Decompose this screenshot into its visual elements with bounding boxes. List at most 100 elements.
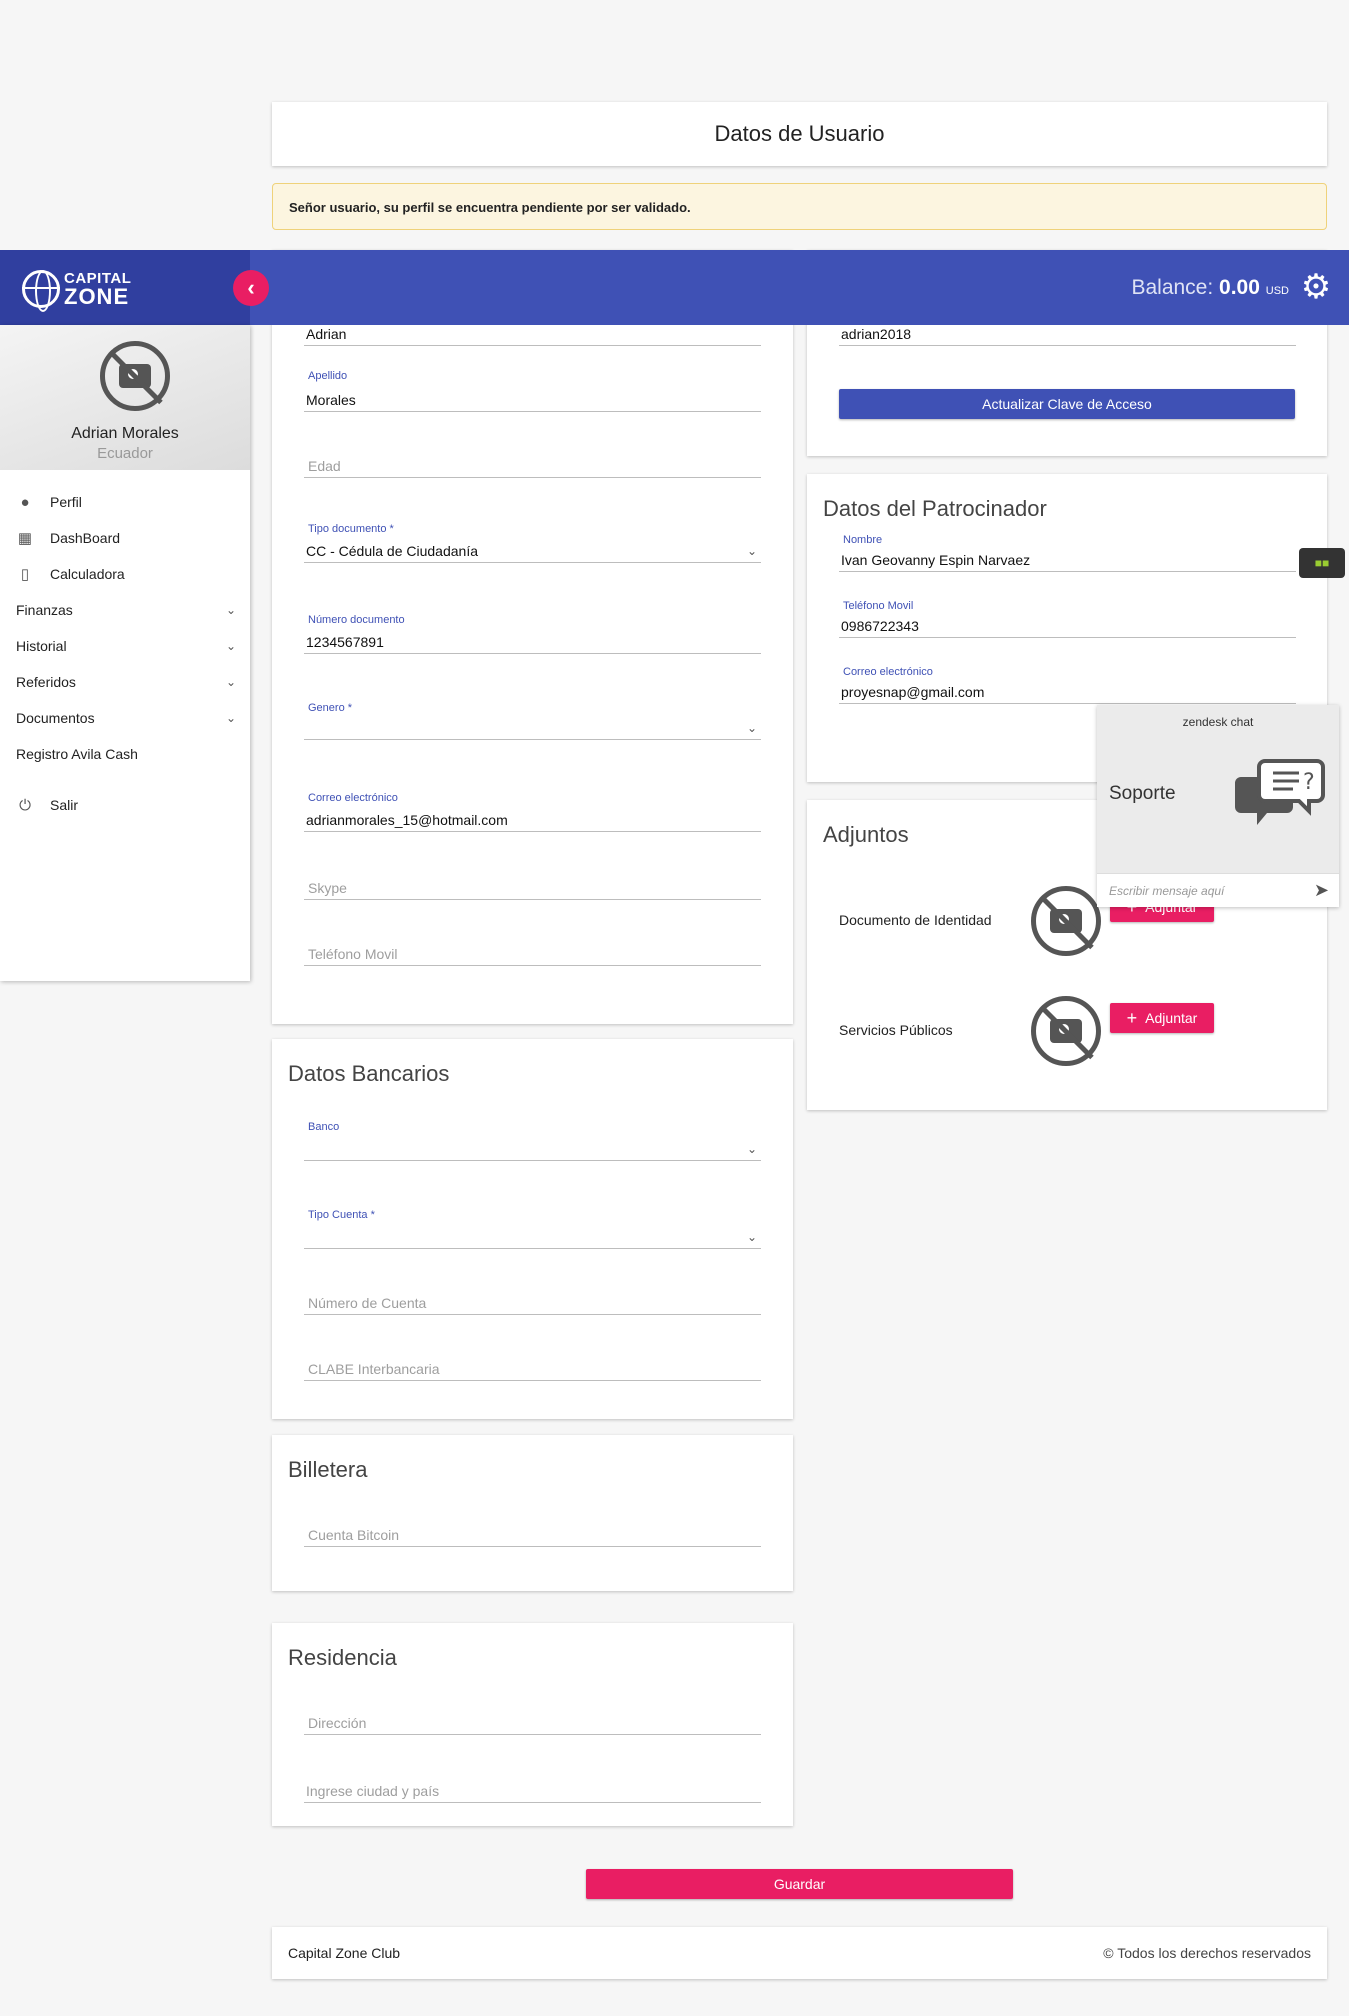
chat-input-placeholder: Escribir mensaje aquí bbox=[1109, 884, 1225, 898]
sidebar-item-historial[interactable]: Historial ⌄ bbox=[16, 632, 236, 660]
bitcoin-placeholder: Cuenta Bitcoin bbox=[308, 1527, 400, 1543]
sponsor-correo-field: Correo electrónico proyesnap@gmail.com bbox=[839, 666, 1296, 704]
phone-icon: ▯ bbox=[20, 566, 30, 583]
nombre-value: Adrian bbox=[306, 326, 347, 342]
brand-logo: CAPITAL ZONE bbox=[64, 270, 131, 308]
support-chat-widget[interactable]: zendesk chat Soporte ? Escribir mensaje … bbox=[1097, 705, 1339, 907]
sidebar: Adrian Morales Ecuador ● Perfil ▦ DashBo… bbox=[0, 325, 250, 981]
ciudad-field[interactable]: Ingrese ciudad y país bbox=[304, 1773, 761, 1803]
sidebar-item-documentos[interactable]: Documentos ⌄ bbox=[16, 704, 236, 732]
update-password-button[interactable]: Actualizar Clave de Acceso bbox=[839, 389, 1295, 419]
gear-icon[interactable]: ⚙ bbox=[1299, 270, 1333, 304]
copyright-icon: © bbox=[1103, 1945, 1114, 1961]
sidebar-item-label: DashBoard bbox=[50, 530, 121, 546]
servicios-publicos-label: Servicios Públicos bbox=[839, 1022, 953, 1038]
send-icon[interactable]: ➤ bbox=[1314, 880, 1329, 901]
chevron-down-icon: ⌄ bbox=[225, 603, 236, 617]
correo-label: Correo electrónico bbox=[308, 792, 398, 804]
edad-field[interactable]: Edad bbox=[304, 445, 761, 478]
bank-title: Datos Bancarios bbox=[288, 1061, 450, 1086]
bitcoin-field[interactable]: Cuenta Bitcoin bbox=[304, 1517, 761, 1547]
sidebar-item-label: Documentos bbox=[16, 710, 95, 726]
sponsor-telefono-field: Teléfono Movil 0986722343 bbox=[839, 600, 1296, 638]
footer: Capital Zone Club © Todos los derechos r… bbox=[272, 1927, 1327, 1979]
sidebar-item-referidos[interactable]: Referidos ⌄ bbox=[16, 668, 236, 696]
numero-documento-label: Número documento bbox=[308, 614, 405, 626]
skype-field[interactable]: Skype bbox=[304, 870, 761, 900]
chat-message-input[interactable]: Escribir mensaje aquí ➤ bbox=[1097, 873, 1339, 907]
balance-value: 0.00 bbox=[1219, 276, 1260, 299]
sidebar-item-calculadora[interactable]: ▯ Calculadora bbox=[16, 560, 236, 588]
sidebar-item-label: Salir bbox=[50, 797, 79, 813]
adjuntar-label: Adjuntar bbox=[1145, 1010, 1198, 1026]
sidebar-item-finanzas[interactable]: Finanzas ⌄ bbox=[16, 596, 236, 624]
sponsor-telefono-label: Teléfono Movil bbox=[843, 600, 914, 612]
brand-area[interactable]: CAPITAL ZONE bbox=[0, 250, 250, 325]
chevron-down-icon: ⌄ bbox=[746, 1142, 757, 1156]
sidebar-item-label: Referidos bbox=[16, 674, 76, 690]
power-icon: ⏻ bbox=[19, 796, 31, 814]
sponsor-correo-value: proyesnap@gmail.com bbox=[841, 684, 985, 700]
apellido-label: Apellido bbox=[308, 370, 348, 382]
chevron-down-icon: ⌄ bbox=[746, 544, 757, 558]
sponsor-nombre-label: Nombre bbox=[843, 534, 883, 546]
chat-title: Soporte bbox=[1109, 783, 1176, 804]
direccion-placeholder: Dirección bbox=[308, 1715, 367, 1731]
sponsor-nombre-value: Ivan Geovanny Espin Narvaez bbox=[841, 552, 1031, 568]
sponsor-telefono-value: 0986722343 bbox=[841, 618, 919, 634]
sidebar-item-registro-avila-cash[interactable]: Registro Avila Cash bbox=[16, 740, 236, 768]
personal-data-card: Adrian Apellido Morales Edad Tipo docume… bbox=[272, 250, 793, 1024]
person-icon: ● bbox=[20, 493, 30, 511]
genero-select[interactable]: Genero ⌄ bbox=[304, 702, 761, 740]
save-button[interactable]: Guardar bbox=[586, 1869, 1013, 1899]
avatar[interactable] bbox=[100, 341, 170, 411]
sidebar-item-label: Registro Avila Cash bbox=[16, 746, 138, 762]
chat-bubble-icon: ? bbox=[1235, 759, 1325, 825]
chevron-down-icon: ⌄ bbox=[225, 639, 236, 653]
telefono-field[interactable]: Teléfono Movil bbox=[304, 936, 761, 966]
page-title: Datos de Usuario bbox=[714, 121, 885, 146]
tipo-documento-select[interactable]: Tipo documento CC - Cédula de Ciudadanía… bbox=[304, 523, 761, 563]
sidebar-item-dashboard[interactable]: ▦ DashBoard bbox=[16, 524, 236, 552]
adjuntar-servicios-button[interactable]: + Adjuntar bbox=[1110, 1003, 1214, 1033]
skype-placeholder: Skype bbox=[308, 880, 347, 896]
wallet-title: Billetera bbox=[288, 1457, 368, 1482]
clabe-placeholder: CLABE Interbancaria bbox=[308, 1361, 440, 1377]
sidebar-item-label: Perfil bbox=[50, 494, 82, 510]
ciudad-placeholder: Ingrese ciudad y país bbox=[306, 1783, 440, 1799]
wallet-card: Billetera Cuenta Bitcoin bbox=[272, 1435, 793, 1591]
sponsor-nombre-field: Nombre Ivan Geovanny Espin Narvaez bbox=[839, 534, 1296, 572]
plus-icon: + bbox=[1126, 1007, 1138, 1028]
residence-title: Residencia bbox=[288, 1645, 397, 1670]
chevron-left-icon: ‹ bbox=[247, 275, 255, 300]
sidebar-item-perfil[interactable]: ● Perfil bbox=[16, 488, 236, 516]
direccion-field[interactable]: Dirección bbox=[304, 1705, 761, 1735]
genero-label: Genero bbox=[308, 702, 352, 714]
numero-documento-field[interactable]: Número documento 1234567891 bbox=[304, 614, 761, 654]
tipo-cuenta-label: Tipo Cuenta bbox=[308, 1209, 375, 1221]
sponsor-title: Datos del Patrocinador bbox=[823, 496, 1047, 521]
telefono-placeholder: Teléfono Movil bbox=[308, 946, 398, 962]
apellido-field[interactable]: Apellido Morales bbox=[304, 370, 761, 412]
chevron-down-icon: ⌄ bbox=[225, 675, 236, 689]
tipo-documento-label: Tipo documento bbox=[308, 523, 394, 535]
chevron-down-icon: ⌄ bbox=[225, 711, 236, 725]
correo-field[interactable]: Correo electrónico adrianmorales_15@hotm… bbox=[304, 792, 761, 832]
numero-cuenta-placeholder: Número de Cuenta bbox=[308, 1295, 427, 1311]
collapse-sidebar-button[interactable]: ‹ bbox=[233, 270, 269, 306]
sidebar-item-salir[interactable]: ⏻ Salir bbox=[16, 791, 236, 819]
tipo-cuenta-select[interactable]: Tipo Cuenta ⌄ bbox=[304, 1209, 761, 1249]
no-photo-icon bbox=[1031, 996, 1101, 1066]
footer-rights-text: Todos los derechos reservados bbox=[1117, 1945, 1311, 1961]
clabe-field[interactable]: CLABE Interbancaria bbox=[304, 1351, 761, 1381]
validation-alert: Señor usuario, su perfil se encuentra pe… bbox=[272, 183, 1327, 230]
sidebar-item-label: Historial bbox=[16, 638, 67, 654]
no-photo-icon bbox=[1031, 886, 1101, 956]
numero-cuenta-field[interactable]: Número de Cuenta bbox=[304, 1285, 761, 1315]
correo-value: adrianmorales_15@hotmail.com bbox=[306, 812, 508, 828]
apellido-value: Morales bbox=[306, 392, 356, 408]
banco-select[interactable]: Banco ⌄ bbox=[304, 1121, 761, 1161]
floating-widget-icon[interactable]: ■■ bbox=[1299, 548, 1345, 578]
attachments-title: Adjuntos bbox=[823, 822, 909, 847]
balance-label: Balance: bbox=[1131, 276, 1214, 299]
